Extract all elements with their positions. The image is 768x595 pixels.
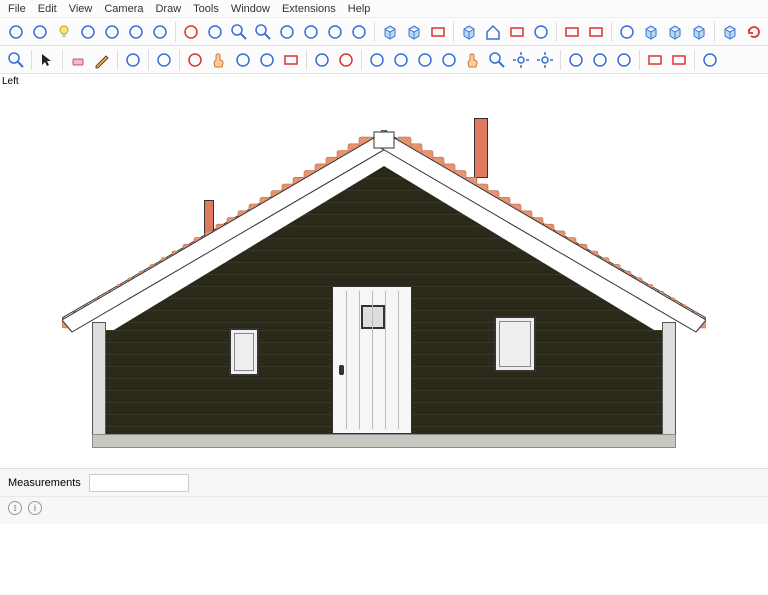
tool-home[interactable] (481, 20, 505, 44)
tool-solid[interactable] (378, 20, 402, 44)
tool-rect[interactable] (279, 48, 303, 72)
tool-rotate[interactable] (255, 48, 279, 72)
tool-hand[interactable] (461, 48, 485, 72)
tool-box-blue[interactable] (639, 20, 663, 44)
door-window (361, 305, 385, 329)
tool-pencil[interactable] (90, 48, 114, 72)
info-icon[interactable]: i (28, 501, 42, 515)
tool-zoom-window[interactable] (4, 48, 28, 72)
tool-axes-red[interactable] (179, 20, 203, 44)
tool-orbit-red[interactable] (183, 48, 207, 72)
tool-pan-red[interactable] (207, 48, 231, 72)
view-label: Left (2, 76, 19, 87)
menu-draw[interactable]: Draw (155, 3, 181, 15)
tool-globe[interactable] (615, 20, 639, 44)
tool-monitor[interactable] (505, 20, 529, 44)
tool-clip2[interactable] (667, 48, 691, 72)
tool-clip1[interactable] (643, 48, 667, 72)
tool-plugin2[interactable] (389, 48, 413, 72)
tool-zoom-ext[interactable] (251, 20, 275, 44)
viewport[interactable] (0, 88, 768, 468)
tool-box-teal[interactable] (663, 20, 687, 44)
menubar: File Edit View Camera Draw Tools Window … (0, 0, 768, 18)
tool-tri-red[interactable] (334, 48, 358, 72)
toolbar-row-1 (0, 18, 768, 46)
tool-plane[interactable] (426, 20, 450, 44)
tool-style[interactable] (698, 48, 722, 72)
tool-leader[interactable] (124, 20, 148, 44)
menu-camera[interactable]: Camera (104, 3, 143, 15)
tool-plugin1[interactable] (365, 48, 389, 72)
tool-model-info[interactable] (4, 20, 28, 44)
tool-xray-box[interactable] (687, 20, 711, 44)
tool-gift[interactable] (457, 20, 481, 44)
tool-cube[interactable] (718, 20, 742, 44)
tool-plugin3[interactable] (413, 48, 437, 72)
tool-text[interactable] (100, 20, 124, 44)
tool-walk[interactable] (323, 20, 347, 44)
model-house (74, 118, 694, 468)
tool-arc[interactable] (152, 48, 176, 72)
downspout-left (92, 322, 106, 440)
menu-file[interactable]: File (8, 3, 26, 15)
window-left (229, 328, 259, 376)
tool-camera-eye[interactable] (347, 20, 371, 44)
tool-target[interactable] (509, 48, 533, 72)
measurements-label: Measurements (8, 477, 81, 489)
tool-refresh[interactable] (742, 20, 766, 44)
tool-layers[interactable] (588, 48, 612, 72)
tool-ortho-blue[interactable] (203, 20, 227, 44)
downspout-right (662, 322, 676, 440)
tool-section-fill[interactable] (584, 20, 608, 44)
tool-lightbulb[interactable] (52, 20, 76, 44)
tool-plugin4[interactable] (437, 48, 461, 72)
foundation (92, 434, 676, 448)
measurements-input[interactable] (89, 474, 189, 492)
tool-scissors[interactable] (612, 48, 636, 72)
tool-zoom2[interactable] (485, 48, 509, 72)
menu-edit[interactable]: Edit (38, 3, 57, 15)
menu-tools[interactable]: Tools (193, 3, 219, 15)
menu-window[interactable]: Window (231, 3, 270, 15)
tool-pivot[interactable] (275, 20, 299, 44)
tool-line-tool[interactable] (121, 48, 145, 72)
menu-extensions[interactable]: Extensions (282, 3, 336, 15)
tool-xray[interactable] (402, 20, 426, 44)
tool-gear[interactable] (533, 48, 557, 72)
door-handle (339, 365, 344, 375)
geo-icon[interactable]: ⟟ (8, 501, 22, 515)
window-right (494, 316, 536, 372)
tool-eraser[interactable] (66, 48, 90, 72)
tool-select[interactable] (35, 48, 59, 72)
menu-view[interactable]: View (69, 3, 93, 15)
tool-iso[interactable] (28, 20, 52, 44)
tool-zoom[interactable] (227, 20, 251, 44)
tool-tri-blue[interactable] (310, 48, 334, 72)
front-door (332, 286, 412, 434)
tool-orbit-blue[interactable] (231, 48, 255, 72)
tool-cloud[interactable] (529, 20, 553, 44)
statusbar: Measurements ⟟ i (0, 468, 768, 524)
tool-dimension[interactable] (76, 20, 100, 44)
tool-earth[interactable] (564, 48, 588, 72)
tool-font[interactable] (148, 20, 172, 44)
toolbar-row-2 (0, 46, 768, 74)
menu-help[interactable]: Help (348, 3, 371, 15)
tool-section[interactable] (560, 20, 584, 44)
tool-orbit[interactable] (299, 20, 323, 44)
